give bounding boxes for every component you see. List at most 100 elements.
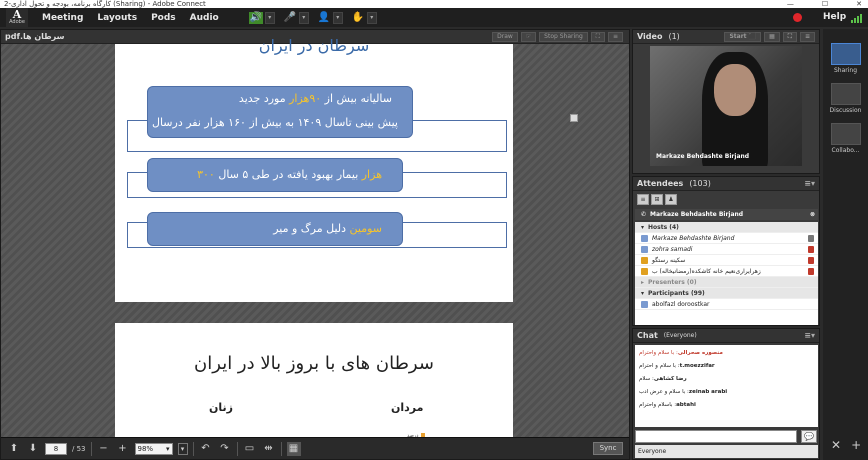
- microphone-icon: [808, 234, 814, 242]
- list-item[interactable]: zohra samadi: [635, 244, 818, 255]
- share-canvas: سرطان در ایران سالیانه بیش از ۹۰هزار مور…: [1, 36, 629, 439]
- chevron-down-icon[interactable]: ▾: [298, 11, 309, 24]
- adobe-logo: A Adobe: [6, 8, 28, 27]
- list-item[interactable]: زهرایراری‌نعیم خانه کاشکده(رمضانیخاله) ب: [635, 266, 818, 277]
- microphone-muted-icon: [808, 267, 814, 275]
- status-view-icon[interactable]: ♟: [665, 193, 677, 205]
- raise-hand-control[interactable]: ✋ ▾: [351, 11, 377, 24]
- chat-scope: (Everyone): [663, 332, 697, 339]
- help-menu[interactable]: Help: [823, 12, 846, 22]
- layout-collaboration[interactable]: [831, 123, 861, 145]
- breakout-view-icon[interactable]: ⊞: [651, 193, 663, 205]
- microphone-muted-icon: [808, 245, 814, 253]
- list-item[interactable]: سکینه رستگو: [635, 255, 818, 266]
- window-titlebar: کارگاه برنامه، بودجه و تحول اداری-2 (Sha…: [0, 0, 868, 8]
- close-icon[interactable]: ✕: [831, 438, 841, 452]
- next-page-icon[interactable]: ⬇: [26, 442, 40, 456]
- close-icon[interactable]: ⊗: [810, 209, 815, 220]
- chevron-down-icon: ▾: [641, 289, 645, 297]
- chevron-down-icon[interactable]: ▾: [177, 442, 188, 455]
- list-item[interactable]: Markaze Behdashte Birjand: [635, 233, 818, 244]
- grid-view-icon[interactable]: ▦: [764, 31, 780, 42]
- video-feed[interactable]: Markaze Behdashte Birjand: [650, 46, 802, 166]
- send-message-icon[interactable]: 💬: [801, 430, 817, 443]
- chat-pod-header: Chat (Everyone) ≡▾: [633, 329, 819, 343]
- pod-menu-icon[interactable]: ≡: [799, 31, 815, 42]
- close-window-button[interactable]: ✕: [856, 0, 862, 8]
- chat-input[interactable]: [635, 430, 797, 443]
- menu-meeting[interactable]: Meeting: [42, 13, 83, 23]
- start-camera-button[interactable]: Start ⬛: [724, 31, 762, 42]
- divider: [236, 441, 238, 456]
- list-item[interactable]: abolfazl doroostkar: [635, 299, 818, 310]
- slide-box-1: سالیانه بیش از ۹۰هزار مورد جدید پیش بینی…: [147, 86, 413, 138]
- slide-title: سرطان در ایران: [258, 36, 370, 55]
- group-participants[interactable]: ▾ Participants (99): [635, 288, 818, 299]
- share-footer: ⬆ ⬇ 8 / 53 − + 98% ▾ ↶ ↷ ▭ ⇹ ▦ Sync: [1, 437, 629, 459]
- fit-width-icon[interactable]: ⇹: [262, 442, 276, 456]
- microphone-muted-icon: [808, 256, 814, 264]
- chat-recipient-select[interactable]: Everyone: [635, 445, 818, 458]
- chat-messages: منصوره صحرالی: با سلام واحترام t.moezzif…: [635, 345, 818, 427]
- pointer-icon[interactable]: ☞: [520, 32, 537, 42]
- fit-page-icon[interactable]: ▭: [243, 442, 257, 456]
- avatar: [641, 234, 648, 242]
- menu-layouts[interactable]: Layouts: [97, 13, 137, 23]
- prev-page-icon[interactable]: ⬆: [7, 442, 21, 456]
- menu-bar: A Adobe Meeting Layouts Pods Audio 🔊 ▾ 🎤…: [0, 8, 868, 27]
- phone-icon: ✆: [641, 211, 647, 218]
- slide-box-3: سومین دلیل مرگ و میر: [147, 212, 403, 246]
- video-pod-title: Video: [637, 32, 663, 41]
- divider: [280, 441, 282, 456]
- attendee-me[interactable]: ✆ Markaze Behdashte Birjand ⊗: [635, 209, 818, 220]
- hand-icon: ✋: [351, 12, 364, 23]
- speaker-control[interactable]: 🔊 ▾: [248, 11, 275, 24]
- layout-sharing[interactable]: [831, 43, 861, 65]
- pod-menu-icon[interactable]: ≡▾: [804, 179, 815, 188]
- chevron-down-icon[interactable]: ▾: [264, 11, 275, 24]
- record-indicator-icon[interactable]: [793, 13, 802, 22]
- fullscreen-icon[interactable]: ⛶: [782, 31, 797, 42]
- avatar: [641, 300, 648, 308]
- microphone-control[interactable]: 🎤 ▾: [283, 11, 309, 24]
- group-hosts[interactable]: ▾ Hosts (4): [635, 222, 818, 233]
- speaker-icon: 🔊: [248, 11, 263, 24]
- attendees-toolbar: ≡ ⊞ ♟: [633, 191, 819, 207]
- maximize-button[interactable]: ☐: [822, 0, 828, 8]
- slide2-col-women: زنان: [209, 401, 233, 414]
- group-presenters[interactable]: ▸ Presenters (0): [635, 277, 818, 288]
- rotate-right-icon[interactable]: ↷: [218, 442, 232, 456]
- add-layout-icon[interactable]: +: [851, 438, 861, 452]
- pod-menu-icon[interactable]: ≡: [607, 32, 623, 42]
- window-title: کارگاه برنامه، بودجه و تحول اداری-2 (Sha…: [4, 0, 206, 8]
- minimize-button[interactable]: —: [787, 0, 794, 8]
- layout-label: Collabo...: [831, 147, 860, 154]
- zoom-in-icon[interactable]: +: [116, 442, 130, 456]
- list-view-icon[interactable]: ≡: [637, 193, 649, 205]
- chat-message: t.moezzifar: با سلام و احترام: [639, 363, 715, 369]
- menu-pods[interactable]: Pods: [151, 13, 176, 23]
- microphone-icon: 🎤: [283, 12, 296, 23]
- rotate-left-icon[interactable]: ↶: [199, 442, 213, 456]
- avatar: [641, 256, 648, 264]
- layout-footer: ✕ +: [831, 438, 861, 452]
- zoom-out-icon[interactable]: −: [97, 442, 111, 456]
- thumbnails-icon[interactable]: ▦: [286, 441, 301, 456]
- pod-menu-icon[interactable]: ≡▾: [804, 331, 815, 340]
- chevron-down-icon[interactable]: ▾: [332, 11, 343, 24]
- chat-message: رضا کشاهی: سلام: [639, 376, 687, 382]
- attendees-title: Attendees: [637, 179, 684, 188]
- chevron-down-icon[interactable]: ▾: [366, 11, 377, 24]
- stop-sharing-button[interactable]: Stop Sharing: [539, 32, 588, 42]
- scroll-thumb[interactable]: [570, 114, 578, 122]
- menu-audio[interactable]: Audio: [190, 13, 219, 23]
- share-pod: سرطان ها.pdf Draw ☞ Stop Sharing ⛶ ≡ سرط…: [0, 29, 630, 460]
- sync-button[interactable]: Sync: [593, 442, 623, 455]
- layout-discussion[interactable]: [831, 83, 861, 105]
- fullscreen-icon[interactable]: ⛶: [590, 32, 605, 42]
- zoom-select[interactable]: 98%: [134, 442, 173, 455]
- page-number-input[interactable]: 8: [45, 442, 67, 455]
- slide-current: سرطان در ایران سالیانه بیش از ۹۰هزار مور…: [115, 36, 513, 302]
- camera-control[interactable]: 👤 ▾: [317, 11, 343, 24]
- logo-text: Adobe: [9, 19, 25, 25]
